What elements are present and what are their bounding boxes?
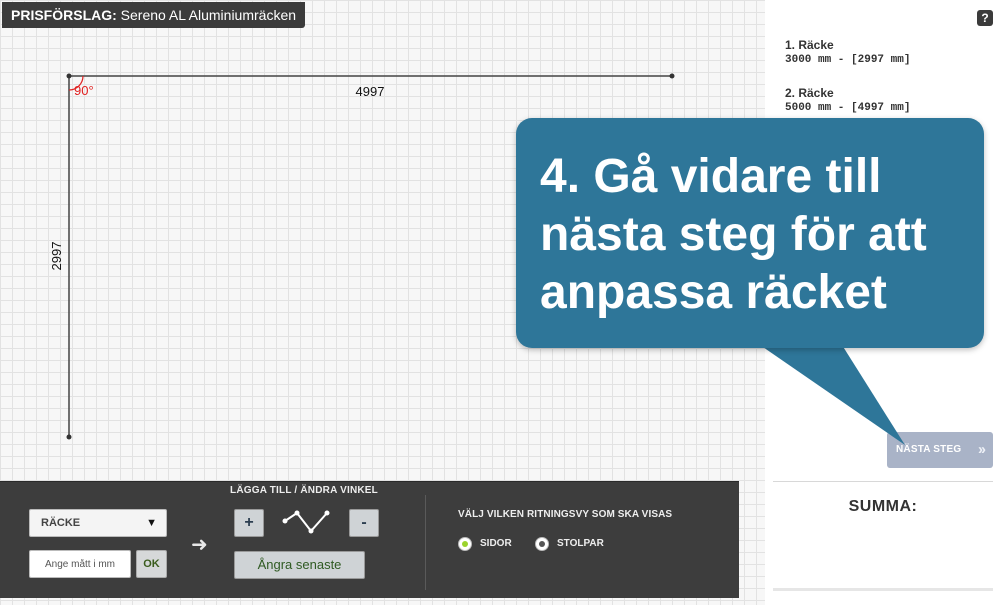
help-icon[interactable]: ?	[977, 10, 993, 26]
top-length-label: 4997	[356, 84, 385, 99]
railing-name: 2. Räcke	[785, 86, 834, 100]
summa-label: SUMMA:	[848, 498, 918, 515]
railing-item: 1. Räcke 3000 mm - [2997 mm]	[785, 38, 985, 68]
view-section-title: VÄLJ VILKEN RITNINGSVY SOM SKA VISAS	[458, 509, 673, 520]
next-step-button[interactable]: NÄSTA STEG ››	[887, 432, 993, 468]
add-angle-button[interactable]: +	[234, 509, 264, 537]
next-step-label: NÄSTA STEG	[896, 444, 962, 455]
length-mm-input[interactable]	[29, 550, 131, 578]
divider	[773, 588, 993, 591]
divider	[773, 481, 993, 482]
select-value: RÄCKE	[41, 517, 81, 529]
railing-dimensions: 3000 mm - [2997 mm]	[785, 54, 911, 66]
element-type-select[interactable]: RÄCKE ▼	[29, 509, 167, 537]
radio-label: STOLPAR	[557, 538, 604, 549]
angle-label: 90°	[74, 83, 94, 98]
tutorial-callout: 4. Gå vidare till nästa steg för att anp…	[516, 118, 984, 348]
arrow-right-icon: ➜	[191, 534, 208, 556]
remove-angle-button[interactable]: -	[349, 509, 379, 537]
railing-node-corner[interactable]	[66, 73, 72, 79]
drawing-toolbar	[0, 481, 739, 598]
radio-label: SIDOR	[480, 538, 512, 549]
railing-dimensions: 5000 mm - [4997 mm]	[785, 102, 911, 114]
railing-node-end-top[interactable]	[669, 73, 675, 79]
ok-button[interactable]: OK	[136, 550, 167, 578]
chevron-right-icon: ››	[978, 441, 986, 458]
angle-section-title: LÄGGA TILL / ÄNDRA VINKEL	[230, 485, 378, 496]
railing-item: 2. Räcke 5000 mm - [4997 mm]	[785, 86, 985, 116]
toolbar-divider	[425, 495, 426, 590]
railing-node-end-side[interactable]	[66, 434, 72, 440]
callout-text: 4. Gå vidare till nästa steg för att anp…	[540, 150, 927, 319]
railing-name: 1. Räcke	[785, 38, 834, 52]
angle-icon	[282, 510, 330, 534]
chevron-down-icon: ▼	[146, 517, 157, 529]
undo-button[interactable]: Ångra senaste	[234, 551, 365, 579]
radio-selected-icon	[458, 537, 472, 551]
radio-unselected-icon	[535, 537, 549, 551]
side-length-label: 2997	[49, 242, 64, 271]
